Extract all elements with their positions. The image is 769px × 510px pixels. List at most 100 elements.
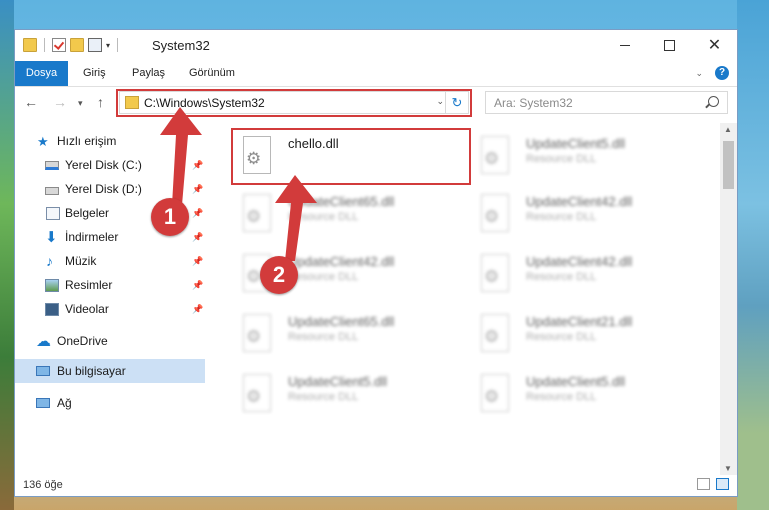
- pictures-icon: [45, 278, 59, 292]
- file-type: Resource DLL: [288, 331, 359, 343]
- navigation-bar: ← → ▾ ↑ C:\Windows\System32 ⌄ ↻ Ara: Sys…: [15, 87, 737, 119]
- file-explorer-window: ▾ System32 ✕ Dosya Giriş Paylaş Görünüm …: [14, 29, 738, 497]
- sidebar-item-label: Yerel Disk (D:): [65, 182, 142, 196]
- vertical-scrollbar[interactable]: ▲ ▼: [720, 123, 737, 475]
- sidebar-item-pictures[interactable]: Resimler 📌: [15, 273, 205, 297]
- expand-ribbon-icon[interactable]: ⌄: [695, 68, 703, 79]
- toolbar-divider: [44, 38, 45, 52]
- details-view-icon[interactable]: [697, 478, 710, 490]
- scrollbar-thumb[interactable]: [723, 141, 734, 189]
- sidebar-item-label: OneDrive: [57, 334, 108, 348]
- sidebar-item-network[interactable]: Ağ: [15, 391, 205, 415]
- file-item[interactable]: UpdateClient5.dll Resource DLL: [232, 366, 457, 422]
- tab-share[interactable]: Paylaş: [132, 61, 165, 86]
- tab-file[interactable]: Dosya: [15, 61, 68, 86]
- file-name: UpdateClient42.dll: [526, 194, 633, 209]
- tab-home[interactable]: Giriş: [83, 61, 106, 86]
- file-type: Resource DLL: [526, 153, 597, 165]
- search-icon[interactable]: [708, 96, 719, 107]
- sidebar-item-label: Ağ: [57, 396, 72, 410]
- dll-file-icon: [243, 314, 271, 352]
- customize-dropdown-icon[interactable]: ▾: [106, 41, 110, 50]
- file-item[interactable]: UpdateClient65.dll Resource DLL: [232, 306, 457, 362]
- onedrive-icon: ☁: [36, 332, 51, 350]
- videos-icon: [45, 302, 59, 316]
- dll-file-icon: [481, 194, 509, 232]
- up-arrow-icon[interactable]: ↑: [97, 94, 104, 110]
- pin-icon[interactable]: 📌: [192, 304, 203, 315]
- dll-file-icon: [481, 314, 509, 352]
- sidebar-item-onedrive[interactable]: ☁ OneDrive: [15, 329, 205, 353]
- file-type: Resource DLL: [288, 391, 359, 403]
- close-button[interactable]: ✕: [692, 30, 737, 61]
- tiles-view-icon[interactable]: [716, 478, 729, 490]
- file-item[interactable]: UpdateClient42.dll Resource DLL: [470, 186, 695, 242]
- properties-check-icon[interactable]: [52, 38, 66, 52]
- minimize-button[interactable]: [602, 30, 647, 61]
- title-bar: ▾ System32 ✕: [15, 30, 737, 61]
- desktop-background-left: [0, 0, 14, 510]
- drive-c-icon: [45, 160, 59, 170]
- sidebar-item-this-pc[interactable]: Bu bilgisayar: [15, 359, 205, 383]
- downloads-icon: ⬇: [45, 228, 58, 246]
- folder-icon: [23, 38, 37, 52]
- file-name: UpdateClient65.dll: [288, 314, 395, 329]
- item-count: 136 öğe: [23, 479, 63, 491]
- sidebar-item-videos[interactable]: Videolar 📌: [15, 297, 205, 321]
- pin-icon[interactable]: 📌: [192, 280, 203, 291]
- dll-file-icon: [481, 254, 509, 292]
- forward-arrow-icon[interactable]: →: [53, 94, 67, 110]
- status-bar: 136 öğe: [15, 474, 737, 496]
- quick-access-toolbar: ▾: [23, 38, 121, 52]
- sidebar-item-label: Bu bilgisayar: [57, 364, 126, 378]
- drive-d-icon: [45, 186, 59, 195]
- file-name: UpdateClient5.dll: [288, 374, 388, 389]
- sidebar-item-label: Müzik: [65, 254, 97, 268]
- file-type: Resource DLL: [526, 331, 597, 343]
- new-folder-icon[interactable]: [70, 38, 84, 52]
- scroll-up-icon[interactable]: ▲: [724, 125, 732, 134]
- sidebar-item-label: Yerel Disk (C:): [65, 158, 142, 172]
- file-name: UpdateClient42.dll: [526, 254, 633, 269]
- music-icon: ♪: [46, 252, 53, 269]
- window-title: System32: [152, 38, 210, 53]
- desktop-background-right: [737, 0, 769, 510]
- recent-locations-icon[interactable]: ▾: [78, 98, 83, 109]
- scroll-down-icon[interactable]: ▼: [724, 464, 732, 473]
- dll-file-icon: [243, 374, 271, 412]
- file-item[interactable]: UpdateClient21.dll Resource DLL: [470, 306, 695, 362]
- star-icon: ★: [37, 133, 49, 149]
- file-type: Resource DLL: [526, 271, 597, 283]
- search-placeholder[interactable]: Ara: System32: [494, 96, 573, 110]
- dll-file-icon: [481, 136, 509, 174]
- step-1-badge: 1: [151, 198, 189, 236]
- search-box[interactable]: Ara: System32: [485, 91, 728, 114]
- help-icon[interactable]: ?: [715, 66, 729, 80]
- sidebar-item-label: Belgeler: [65, 206, 110, 220]
- maximize-button[interactable]: [647, 30, 692, 61]
- sidebar-item-label: Hızlı erişim: [57, 134, 117, 148]
- sidebar-item-label: Resimler: [65, 278, 113, 292]
- back-arrow-icon[interactable]: ←: [24, 94, 38, 110]
- file-item[interactable]: UpdateClient5.dll Resource DLL: [470, 128, 695, 184]
- documents-icon: [46, 206, 60, 220]
- file-item[interactable]: UpdateClient42.dll Resource DLL: [470, 246, 695, 302]
- view-toggle: [697, 478, 729, 490]
- this-pc-icon: [36, 366, 50, 376]
- maximize-icon: [664, 40, 675, 51]
- tab-view[interactable]: Görünüm: [189, 61, 235, 86]
- customize-toolbar-icon[interactable]: [88, 38, 102, 52]
- step-2-badge: 2: [260, 256, 298, 294]
- file-type: Resource DLL: [526, 211, 597, 223]
- pin-icon[interactable]: 📌: [192, 232, 203, 243]
- file-name: UpdateClient21.dll: [526, 314, 633, 329]
- network-icon: [36, 398, 50, 408]
- close-icon: ✕: [707, 36, 722, 54]
- sidebar-item-label: Videolar: [65, 302, 109, 316]
- sidebar-item-music[interactable]: ♪ Müzik 📌: [15, 249, 205, 273]
- pin-icon[interactable]: 📌: [192, 256, 203, 267]
- file-type: Resource DLL: [526, 391, 597, 403]
- file-item[interactable]: UpdateClient5.dll Resource DLL: [470, 366, 695, 422]
- file-name: UpdateClient5.dll: [526, 136, 626, 151]
- ribbon-right-controls: ⌄ ?: [695, 66, 729, 80]
